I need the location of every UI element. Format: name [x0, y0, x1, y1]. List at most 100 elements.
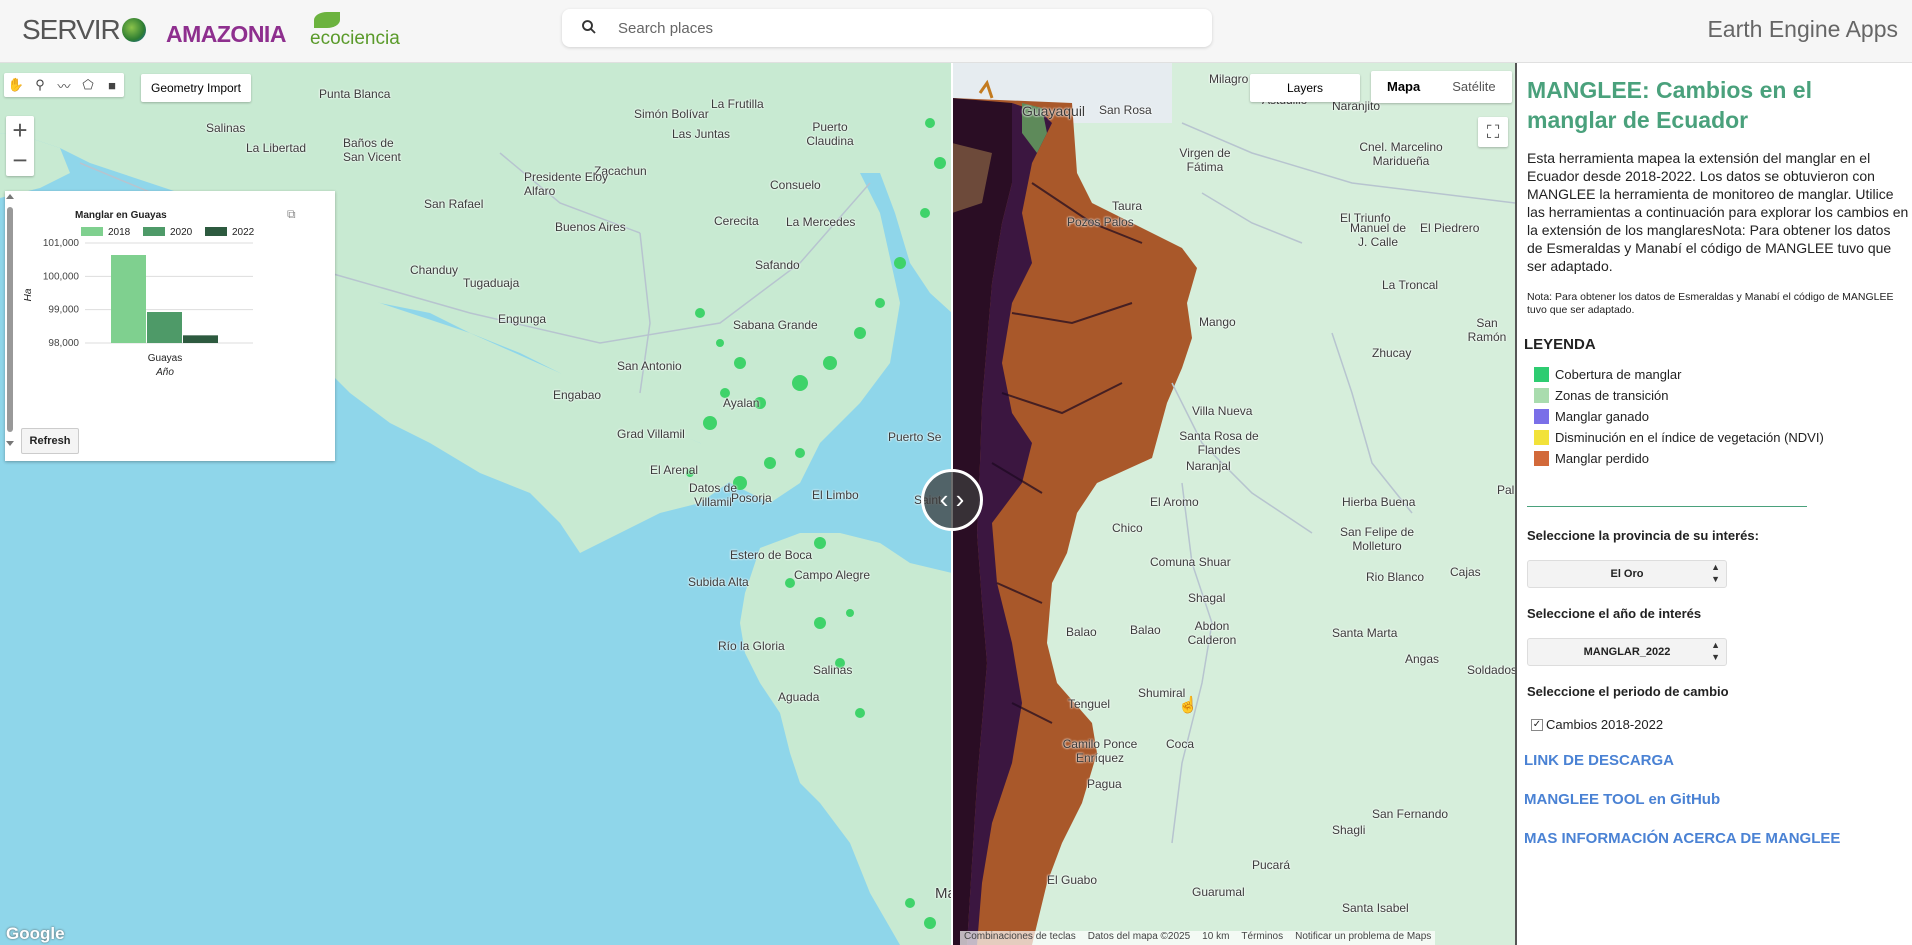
place-label: Consuelo [770, 178, 821, 192]
place-label: Virgen de Fátima [1179, 146, 1231, 174]
place-label: Comuna Shuar [1150, 555, 1231, 569]
place-label: Pagua [1087, 777, 1122, 791]
bar-chart: Manglar en Guayas 2018 2020 2022 98,000 99,00… [23, 210, 255, 378]
period-label: Seleccione el periodo de cambio [1527, 684, 1729, 699]
servir-logo: SERVIR [22, 14, 148, 46]
place-label: Río la Gloria [718, 639, 785, 653]
zoom-out-button[interactable]: − [6, 146, 34, 176]
select-arrows-icon: ▲ ▼ [1711, 640, 1720, 662]
legend-label: Zonas de transición [1555, 388, 1669, 403]
place-label: El Aromo [1150, 495, 1199, 509]
map-right-satellite[interactable]: Milagro Roberto Astudillo Naranjito San … [952, 63, 1515, 945]
place-label: La Libertad [246, 141, 307, 155]
attribution-report[interactable]: Notificar un problema de Maps [1295, 931, 1431, 945]
attribution-terms[interactable]: Términos [1241, 931, 1283, 945]
place-label: Angas [1405, 652, 1440, 666]
legend-item: Disminución en el índice de vegetación (… [1534, 429, 1824, 446]
place-label: Tugaduaja [463, 276, 520, 290]
legend-swatch [1534, 388, 1549, 403]
search-input[interactable] [618, 17, 1178, 39]
legend-label: 2020 [170, 227, 193, 238]
legend-swatch [1534, 367, 1549, 382]
legend-label: 2022 [232, 227, 255, 238]
legend-item: Cobertura de manglar [1534, 366, 1681, 383]
province-select[interactable]: El Oro ▲ ▼ [1527, 560, 1727, 588]
place-label: Taura [1112, 199, 1143, 213]
year-label: Seleccione el año de interés [1527, 606, 1702, 621]
place-label: Sabana Grande [733, 318, 818, 332]
place-label: Salinas [206, 121, 246, 135]
sidebar-note: Nota: Para obtener los datos de Esmerald… [1527, 291, 1894, 316]
fullscreen-icon[interactable]: ⛶ [1478, 117, 1508, 147]
place-label: El Arenal [650, 463, 699, 477]
place-label: Subida Alta [688, 575, 749, 589]
refresh-button[interactable]: Refresh [21, 428, 79, 454]
place-label: Pal [1497, 483, 1515, 497]
place-label: Tenguel [1068, 697, 1111, 711]
map-canvas[interactable]: Punta Blanca Salinas La Libertad Baños d… [0, 63, 1515, 945]
place-label: Guayaquil [1022, 103, 1086, 119]
more-info-link[interactable]: MAS INFORMACIÓN ACERCA DE MANGLEE [1524, 830, 1840, 847]
place-label: La Frutilla [711, 97, 764, 111]
province-label: Seleccione la provincia de su interés: [1527, 528, 1759, 543]
info-sidebar: MANGLEE: Cambios en el manglar de Ecuado… [1515, 63, 1912, 945]
layers-button[interactable]: Layers [1250, 74, 1360, 102]
place-label: Puerto Claudina [806, 120, 854, 148]
popout-icon[interactable]: ⧉ [287, 207, 296, 222]
zoom-control: + − [6, 116, 34, 176]
sidebar-description: Esta herramienta mapea la extensión del … [1527, 150, 1909, 274]
map-type-satellite[interactable]: Satélite [1436, 71, 1511, 103]
geometry-import-button[interactable]: Geometry Import [141, 74, 251, 102]
period-checkbox-row[interactable]: ✓ Cambios 2018-2022 [1531, 717, 1663, 732]
place-label: Cajas [1450, 565, 1481, 579]
legend-swatch [143, 227, 165, 236]
place-label: Cerecita [714, 214, 759, 228]
place-label: Engabao [553, 388, 602, 402]
place-label: Shagal [1188, 591, 1226, 605]
place-label: Ayalan [723, 396, 760, 410]
place-label: San Ramón [1467, 316, 1507, 344]
rectangle-icon[interactable]: ■ [100, 73, 124, 97]
swipe-handle-icon[interactable]: ‹ › [921, 469, 983, 531]
place-label: El Guabo [1047, 873, 1098, 887]
legend-swatch [1534, 430, 1549, 445]
y-tick-label: 98,000 [48, 338, 79, 349]
legend-swatch [205, 227, 227, 236]
polygon-icon[interactable]: ⬠ [76, 73, 100, 97]
line-icon[interactable]: 〰 [52, 73, 76, 97]
place-label: San Antonio [617, 359, 682, 373]
place-label: Guarumal [1192, 885, 1245, 899]
place-label: Salinas [813, 663, 853, 677]
download-link[interactable]: LINK DE DESCARGA [1524, 752, 1674, 769]
place-label: Manuel de J. Calle [1349, 221, 1407, 249]
legend-item: Zonas de transición [1534, 387, 1668, 404]
marker-icon[interactable]: ⚲ [28, 73, 52, 97]
attribution-shortcuts[interactable]: Combinaciones de teclas [964, 931, 1076, 945]
place-label: Villa Nueva [1192, 404, 1253, 418]
place-label: Engunga [498, 312, 547, 326]
place-label: San Fernando [1372, 807, 1449, 821]
place-label: Camilo Ponce Enríquez [1062, 737, 1138, 765]
top-bar: SERVIR AMAZONIA ecociencia Earth Engine … [0, 0, 1912, 63]
github-link[interactable]: MANGLEE TOOL en GitHub [1524, 791, 1720, 808]
bar [147, 312, 182, 343]
search-box[interactable] [562, 9, 1212, 47]
place-label: Cnel. Marcelino Maridueña [1359, 140, 1443, 168]
place-label: Baños de San Vicent [343, 136, 401, 164]
x-tick-label: Guayas [148, 353, 182, 364]
place-label: Punta Blanca [319, 87, 391, 101]
chart-scrollbar[interactable] [5, 191, 15, 451]
hand-icon[interactable]: ✋ [4, 73, 28, 97]
province-select-value: El Oro [1610, 568, 1644, 580]
place-label: Balao [1066, 625, 1097, 639]
year-select[interactable]: MANGLAR_2022 ▲ ▼ [1527, 638, 1727, 666]
place-label: Presidente Eloy Alfaro [524, 170, 609, 198]
checkbox-icon[interactable]: ✓ [1531, 718, 1543, 731]
ecociencia-logo: ecociencia [310, 12, 400, 50]
place-label: Aguada [778, 690, 820, 704]
place-label: Pozos Palos [1067, 215, 1134, 229]
map-type-map[interactable]: Mapa [1371, 71, 1436, 103]
place-label: Santa Marta [1332, 626, 1398, 640]
zoom-in-button[interactable]: + [6, 116, 34, 146]
legend-swatch [1534, 409, 1549, 424]
